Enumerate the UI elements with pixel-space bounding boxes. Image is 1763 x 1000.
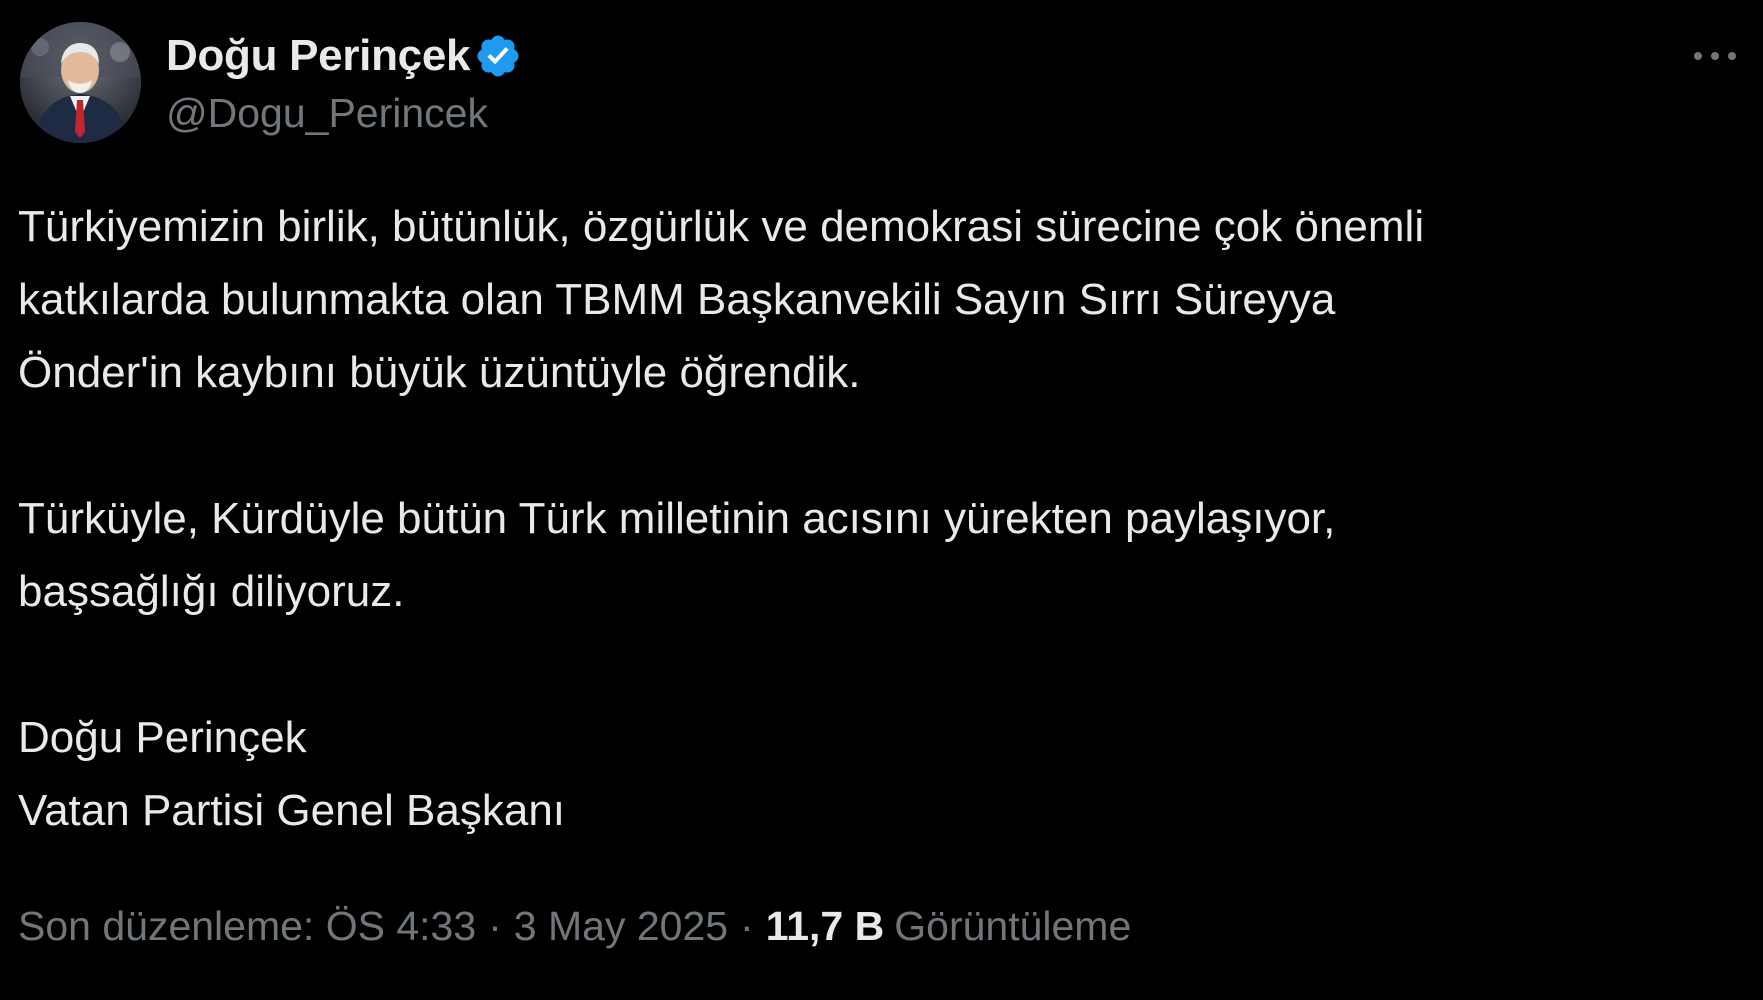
- verified-badge-icon[interactable]: [474, 32, 522, 80]
- edited-timestamp[interactable]: Son düzenleme: ÖS 4:33: [18, 903, 476, 950]
- tweet-meta: Son düzenleme: ÖS 4:33 · 3 May 2025 · 11…: [18, 903, 1131, 950]
- avatar-photo: [20, 22, 141, 143]
- author-handle[interactable]: @Dogu_Perincek: [166, 90, 488, 137]
- signature-title: Vatan Partisi Genel Başkanı: [18, 786, 566, 835]
- more-options-icon: [1694, 52, 1736, 60]
- tweet-text-line: başsağlığı diliyoruz.: [18, 567, 405, 616]
- author-name[interactable]: Doğu Perinçek: [166, 31, 470, 81]
- tweet-text-line: katkılarda bulunmakta olan TBMM Başkanve…: [18, 275, 1336, 324]
- meta-separator: ·: [488, 903, 502, 949]
- tweet-text-line: Türküyle, Kürdüyle bütün Türk milletinin…: [18, 494, 1336, 543]
- tweet: Doğu Perinçek @Dogu_Perincek Türkiyemizi…: [0, 0, 1763, 1000]
- signature-name: Doğu Perinçek: [18, 713, 307, 762]
- more-options-button[interactable]: [1688, 36, 1742, 76]
- tweet-text-line: Türkiyemizin birlik, bütünlük, özgürlük …: [18, 202, 1425, 251]
- views-label[interactable]: Görüntüleme: [894, 903, 1131, 950]
- author-name-row: Doğu Perinçek: [166, 28, 522, 84]
- meta-separator: ·: [740, 903, 754, 949]
- views-count[interactable]: 11,7 B: [766, 903, 885, 950]
- tweet-text: Türkiyemizin birlik, bütünlük, özgürlük …: [18, 190, 1748, 847]
- tweet-text-line: Önder'in kaybını büyük üzüntüyle öğrendi…: [18, 348, 861, 397]
- post-date[interactable]: 3 May 2025: [514, 903, 728, 950]
- avatar[interactable]: [20, 22, 141, 143]
